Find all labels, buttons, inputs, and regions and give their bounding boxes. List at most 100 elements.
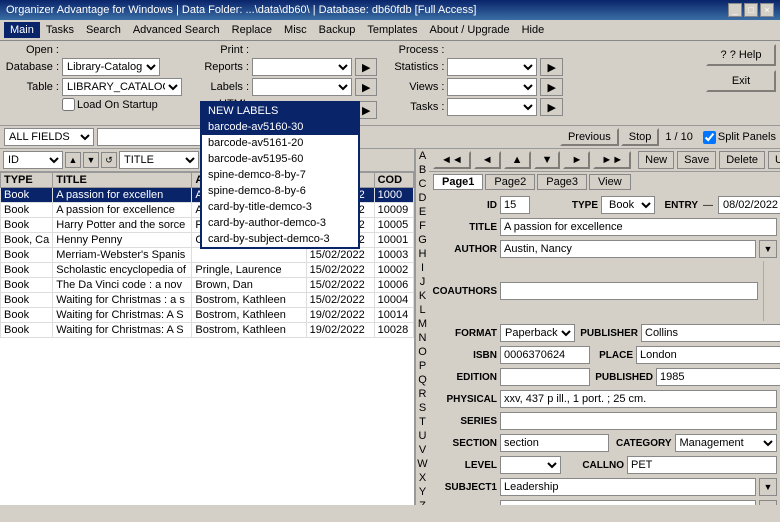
maximize-button[interactable]: □	[744, 3, 758, 17]
minimize-button[interactable]: _	[728, 3, 742, 17]
dropdown-item-4[interactable]: spine-demco-8-by-6	[202, 183, 358, 199]
split-panels-label[interactable]: Split Panels	[703, 131, 776, 144]
database-select[interactable]: Library-Catalog	[62, 58, 160, 76]
alpha-letter-j[interactable]: J	[416, 275, 430, 289]
publisher-field[interactable]	[641, 324, 780, 342]
new-button[interactable]: New	[638, 151, 674, 169]
tab-page3[interactable]: Page3	[537, 174, 587, 190]
menu-about[interactable]: About / Upgrade	[423, 22, 515, 38]
alpha-letter-b[interactable]: B	[416, 163, 430, 177]
next-record-btn[interactable]: ►	[563, 151, 590, 169]
format-select[interactable]: Paperback	[500, 324, 575, 342]
table-row[interactable]: Book Merriam-Webster's Spanis 15/02/2022…	[1, 248, 414, 263]
views-go-btn[interactable]: ▶	[540, 78, 562, 96]
alpha-letter-o[interactable]: O	[416, 345, 430, 359]
tab-page2[interactable]: Page2	[485, 174, 535, 190]
subject1-field[interactable]	[500, 478, 756, 496]
table-row[interactable]: Book Waiting for Christmas: A S Bostrom,…	[1, 323, 414, 338]
alpha-letter-k[interactable]: K	[416, 289, 430, 303]
col-title-header[interactable]: TITLE	[53, 173, 192, 188]
save-button[interactable]: Save	[677, 151, 716, 169]
menu-templates[interactable]: Templates	[361, 22, 423, 38]
statistics-select[interactable]	[447, 58, 537, 76]
table-row[interactable]: Book Waiting for Christmas: A S Bostrom,…	[1, 308, 414, 323]
id-field[interactable]	[500, 196, 530, 214]
tasks-go-btn[interactable]: ▶	[540, 98, 562, 116]
statistics-go-btn[interactable]: ▶	[540, 58, 562, 76]
sort-asc-icon[interactable]: ▲	[65, 152, 81, 168]
help-button[interactable]: ? ? Help	[706, 44, 776, 66]
field1-select[interactable]: ID	[3, 151, 63, 169]
alpha-letter-n[interactable]: N	[416, 331, 430, 345]
alpha-letter-u[interactable]: U	[416, 429, 430, 443]
tab-view[interactable]: View	[589, 174, 631, 190]
subject2-lookup-icon[interactable]: ▼	[759, 500, 777, 505]
close-button[interactable]: ×	[760, 3, 774, 17]
type-select[interactable]: Book	[601, 196, 655, 214]
alpha-letter-x[interactable]: X	[416, 471, 430, 485]
views-select[interactable]	[447, 78, 537, 96]
edition-field[interactable]	[500, 368, 590, 386]
sort-desc-icon[interactable]: ▼	[83, 152, 99, 168]
scroll-up-btn[interactable]: ▲	[504, 151, 531, 169]
table-select[interactable]: LIBRARY_CATALOG	[62, 78, 182, 96]
alpha-letter-a[interactable]: A	[416, 149, 430, 163]
last-record-btn[interactable]: ►►	[593, 151, 631, 169]
alpha-letter-e[interactable]: E	[416, 205, 430, 219]
dropdown-item-1[interactable]: barcode-av5161-20	[202, 135, 358, 151]
col-type-header[interactable]: TYPE	[1, 173, 53, 188]
load-startup-checkbox[interactable]	[62, 98, 75, 111]
menu-advanced-search[interactable]: Advanced Search	[127, 22, 226, 38]
alpha-letter-g[interactable]: G	[416, 233, 430, 247]
reports-select[interactable]	[252, 58, 352, 76]
labels-select[interactable]	[252, 78, 352, 96]
alpha-letter-t[interactable]: T	[416, 415, 430, 429]
entry-select[interactable]: 08/02/2022	[718, 196, 780, 214]
alpha-letter-v[interactable]: V	[416, 443, 430, 457]
menu-search[interactable]: Search	[80, 22, 127, 38]
alpha-letter-c[interactable]: C	[416, 177, 430, 191]
place-field[interactable]	[636, 346, 780, 364]
undo-button[interactable]: Undo	[768, 151, 780, 169]
section-field[interactable]	[500, 434, 609, 452]
prev-record-btn[interactable]: ◄	[474, 151, 501, 169]
col-code-header[interactable]: COD	[374, 173, 413, 188]
dropdown-item-6[interactable]: card-by-author-demco-3	[202, 215, 358, 231]
delete-button[interactable]: Delete	[719, 151, 765, 169]
alpha-letter-i[interactable]: I	[416, 261, 430, 275]
alpha-letter-d[interactable]: D	[416, 191, 430, 205]
dropdown-item-2[interactable]: barcode-av5195-60	[202, 151, 358, 167]
alpha-letter-q[interactable]: Q	[416, 373, 430, 387]
dropdown-item-5[interactable]: card-by-title-demco-3	[202, 199, 358, 215]
alpha-letter-r[interactable]: R	[416, 387, 430, 401]
alpha-letter-l[interactable]: L	[416, 303, 430, 317]
menu-misc[interactable]: Misc	[278, 22, 313, 38]
previous-button[interactable]: Previous	[560, 128, 619, 146]
reports-go-btn[interactable]: ▶	[355, 58, 377, 76]
refresh-icon[interactable]: ↺	[101, 152, 117, 168]
tab-page1[interactable]: Page1	[433, 174, 483, 190]
category-select[interactable]: Management	[675, 434, 778, 452]
labels-go-btn[interactable]: ▶	[355, 78, 377, 96]
load-startup-label[interactable]: Load On Startup	[62, 98, 158, 111]
first-record-btn[interactable]: ◄◄	[433, 151, 471, 169]
field2-select[interactable]: TITLE	[119, 151, 199, 169]
alpha-letter-y[interactable]: Y	[416, 485, 430, 499]
subject2-field[interactable]	[500, 500, 756, 505]
window-controls[interactable]: _ □ ×	[728, 3, 774, 17]
table-row[interactable]: Book Scholastic encyclopedia of Pringle,…	[1, 263, 414, 278]
alpha-letter-z[interactable]: Z	[416, 499, 430, 505]
physical-field[interactable]	[500, 390, 777, 408]
table-row[interactable]: Book Waiting for Christmas : a s Bostrom…	[1, 293, 414, 308]
menu-tasks[interactable]: Tasks	[40, 22, 80, 38]
title-field[interactable]	[500, 218, 777, 236]
dropdown-item-7[interactable]: card-by-subject-demco-3	[202, 231, 358, 247]
level-select[interactable]	[500, 456, 561, 474]
coauthors-field[interactable]	[500, 282, 758, 300]
alpha-letter-p[interactable]: P	[416, 359, 430, 373]
table-row[interactable]: Book The Da Vinci code : a nov Brown, Da…	[1, 278, 414, 293]
subject1-lookup-icon[interactable]: ▼	[759, 478, 777, 496]
author-field[interactable]	[500, 240, 756, 258]
dropdown-item-0[interactable]: barcode-av5160-30	[202, 119, 358, 135]
menu-replace[interactable]: Replace	[226, 22, 278, 38]
